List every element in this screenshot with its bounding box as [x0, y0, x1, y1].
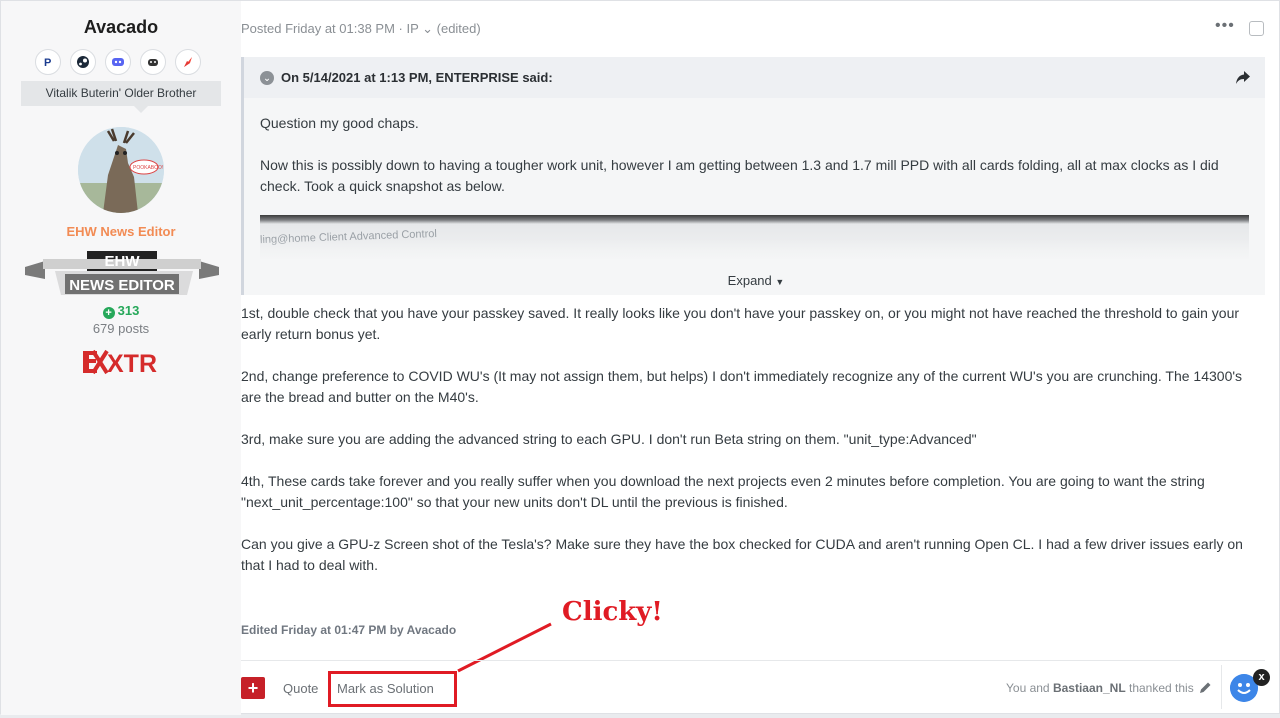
avatar-caption: POOKABOO! [133, 165, 163, 171]
reputation-count: 313 [117, 303, 140, 318]
author-sidebar: Avacado P Vitalik Buterin' Older Brother [1, 1, 241, 715]
annotation-text: Clicky! [562, 597, 663, 627]
plus-circle-icon: + [102, 307, 115, 319]
share-arrow-icon[interactable] [1236, 71, 1250, 84]
footer-divider [241, 660, 1265, 661]
more-options-button[interactable]: ••• [1215, 17, 1235, 35]
badge-line2: NEWS EDITOR [69, 277, 175, 294]
post-count: 679 posts [92, 321, 150, 336]
reaction-suffix: thanked this [1125, 681, 1194, 695]
post-paragraph: 3rd, make sure you are adding the advanc… [241, 431, 977, 447]
svg-text:P: P [44, 57, 51, 69]
extr-logo: XTR [83, 349, 157, 375]
add-button[interactable]: + [241, 677, 265, 699]
author-avatar[interactable]: POOKABOO! [78, 127, 164, 213]
pencil-icon[interactable] [1199, 681, 1212, 694]
edited-note: Edited Friday at 01:47 PM by Avacado [241, 623, 457, 637]
origin-icon[interactable] [175, 49, 201, 75]
quote-body: Question my good chaps. Now this is poss… [260, 113, 1249, 218]
author-username[interactable]: Avacado [1, 17, 241, 38]
quote-header-text: On 5/14/2021 at 1:13 PM, ENTERPRISE said… [281, 70, 553, 85]
quote-button[interactable]: Quote [283, 681, 318, 696]
annotation-highlight-box [328, 671, 457, 707]
extr-logo-text: XTR [107, 350, 157, 375]
social-icons: P [35, 49, 201, 75]
xbox-icon[interactable] [140, 49, 166, 75]
social-tooltip: Vitalik Buterin' Older Brother [21, 81, 221, 113]
reaction-user[interactable]: Bastiaan_NL [1053, 681, 1126, 695]
discord-icon[interactable] [105, 49, 131, 75]
select-post-checkbox[interactable] [1249, 21, 1264, 36]
expand-button[interactable]: Expand ▼ [244, 273, 1265, 288]
paypal-icon[interactable]: P [35, 49, 61, 75]
rank-badge: EHW NEWS EDITOR [25, 251, 219, 295]
close-reaction-icon[interactable]: x [1253, 669, 1270, 686]
quote-paragraph: Question my good chaps. [260, 115, 419, 131]
steam-icon[interactable] [70, 49, 96, 75]
post-card: Avacado P Vitalik Buterin' Older Brother [0, 0, 1280, 715]
quote-block: ⌄ On 5/14/2021 at 1:13 PM, ENTERPRISE sa… [241, 57, 1265, 295]
post-paragraph: 2nd, change preference to COVID WU's (It… [241, 368, 1243, 405]
quote-header: ⌄ On 5/14/2021 at 1:13 PM, ENTERPRISE sa… [244, 57, 1265, 98]
caret-down-icon: ▼ [775, 277, 785, 287]
post-meta[interactable]: Posted Friday at 01:38 PM · IP ⌄ (edited… [241, 21, 481, 37]
quote-paragraph: Now this is possibly down to having a to… [260, 157, 1219, 194]
chevron-down-icon[interactable]: ⌄ [260, 70, 274, 85]
reputation[interactable]: +313 [1, 303, 241, 319]
reaction-separator [1221, 665, 1222, 709]
badge-line1: EHW [105, 253, 141, 270]
reaction-prefix: You and [1006, 681, 1053, 695]
expand-label: Expand [727, 273, 772, 288]
rank-title: EHW News Editor [66, 224, 176, 239]
post-paragraph: 1st, double check that you have your pas… [241, 305, 1240, 342]
post-content: 1st, double check that you have your pas… [241, 303, 1265, 597]
post-paragraph: Can you give a GPU-z Screen shot of the … [241, 536, 1243, 573]
post-paragraph: 4th, These cards take forever and you re… [241, 473, 1205, 510]
reaction-summary[interactable]: You and Bastiaan_NL thanked this [1006, 681, 1194, 695]
